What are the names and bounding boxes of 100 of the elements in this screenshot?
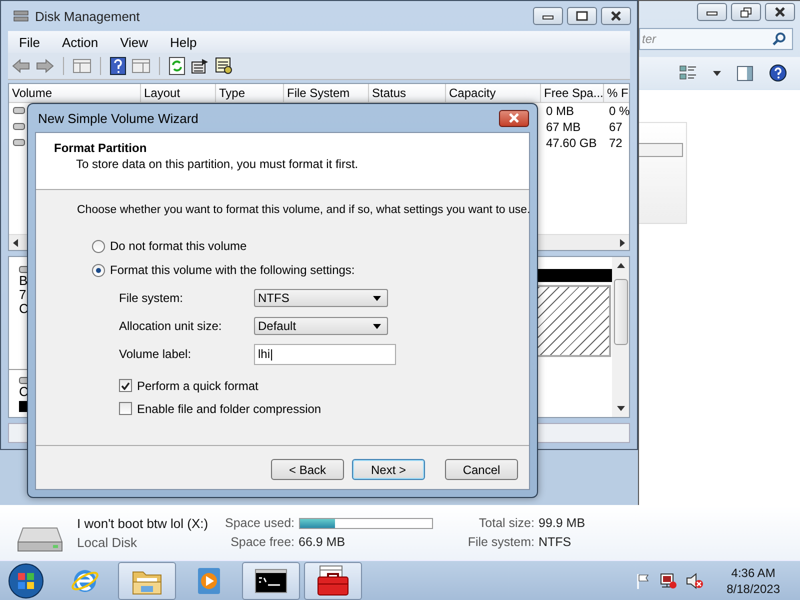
console-tree-icon[interactable] bbox=[73, 59, 91, 73]
disk-label: 7 bbox=[19, 288, 26, 302]
dropdown-arrow-icon[interactable] bbox=[373, 296, 381, 300]
window-title: Disk Management bbox=[35, 8, 140, 24]
scroll-up-icon[interactable] bbox=[616, 263, 624, 268]
radio-button[interactable] bbox=[92, 240, 105, 252]
close-icon bbox=[774, 7, 786, 17]
checkbox[interactable] bbox=[119, 379, 132, 392]
dialog-button[interactable]: Cancel bbox=[445, 459, 518, 480]
checkbox-option[interactable]: Enable file and folder compression bbox=[119, 397, 529, 420]
play-icon bbox=[196, 567, 222, 595]
close-icon bbox=[508, 113, 520, 123]
settings-icon[interactable] bbox=[215, 57, 233, 75]
view-options-icon[interactable] bbox=[679, 65, 697, 81]
scroll-right-icon[interactable] bbox=[620, 238, 625, 246]
restore-icon bbox=[740, 6, 752, 18]
volume-icon bbox=[13, 122, 25, 131]
close-button[interactable] bbox=[765, 3, 795, 21]
menu-item[interactable]: Help bbox=[170, 34, 197, 50]
capacity-bar bbox=[639, 143, 683, 157]
disk-label: B bbox=[19, 274, 28, 288]
column-header[interactable]: Layout bbox=[141, 84, 216, 102]
properties-icon[interactable] bbox=[191, 58, 209, 74]
column-header[interactable]: Status bbox=[369, 84, 446, 102]
minimize-button[interactable] bbox=[697, 3, 727, 21]
toolbox-icon bbox=[316, 565, 350, 597]
clock-date[interactable]: 8/18/2023 bbox=[726, 582, 780, 596]
drive-tile[interactable] bbox=[639, 122, 687, 224]
dropdown[interactable]: Default bbox=[254, 317, 388, 335]
dialog-button[interactable]: Next > bbox=[352, 459, 425, 480]
taskbar-button[interactable] bbox=[242, 562, 300, 600]
menu-item[interactable]: View bbox=[120, 34, 148, 50]
column-header[interactable]: Capacity bbox=[446, 84, 541, 102]
dropdown-arrow-icon[interactable] bbox=[373, 324, 381, 328]
back-arrow-icon[interactable] bbox=[12, 59, 30, 73]
vertical-scrollbar[interactable] bbox=[612, 257, 629, 417]
column-header[interactable]: Type bbox=[216, 84, 284, 102]
detail-label: File system: bbox=[466, 535, 534, 549]
help-icon[interactable] bbox=[769, 64, 787, 82]
table-cell: 72 bbox=[609, 136, 622, 150]
detail-value: 99.9 MB bbox=[538, 516, 586, 530]
page-heading: Format Partition bbox=[54, 141, 148, 155]
taskbar-button[interactable] bbox=[304, 562, 362, 600]
table-cell: 67 MB bbox=[546, 120, 581, 134]
clock-time[interactable]: 4:36 AM bbox=[731, 566, 776, 580]
radio-option[interactable]: Do not format this volume bbox=[92, 234, 529, 258]
volume-icon bbox=[13, 106, 25, 115]
forward-arrow-icon[interactable] bbox=[36, 59, 54, 73]
refresh-icon[interactable] bbox=[169, 57, 185, 75]
field-label: Volume label: bbox=[119, 347, 192, 361]
scrollbar-thumb[interactable] bbox=[614, 279, 628, 345]
instruction-text: Choose whether you want to format this volume, and if so, what settings you want to use. bbox=[77, 204, 530, 216]
column-header[interactable]: File System bbox=[284, 84, 369, 102]
table-cell: 47.60 GB bbox=[546, 136, 597, 150]
detail-label: Space used: bbox=[225, 516, 294, 530]
detail-value: NTFS bbox=[538, 535, 572, 549]
close-icon bbox=[610, 11, 622, 21]
dropdown-arrow-icon[interactable] bbox=[713, 70, 721, 76]
detail-value: 66.9 MB bbox=[298, 535, 346, 549]
terminal-icon bbox=[255, 569, 287, 593]
page-subheading: To store data on this partition, you must format it first. bbox=[75, 157, 360, 171]
table-cell: 0 MB bbox=[546, 104, 574, 118]
menu-item[interactable]: Action bbox=[62, 34, 98, 50]
dialog-button[interactable]: < Back bbox=[271, 459, 344, 480]
checkbox-option[interactable]: Perform a quick format bbox=[119, 374, 529, 397]
action-pane-icon[interactable] bbox=[132, 59, 150, 73]
field-label: Allocation unit size: bbox=[119, 319, 223, 333]
radio-button[interactable] bbox=[92, 264, 105, 276]
help-icon[interactable] bbox=[110, 57, 126, 75]
scroll-left-icon[interactable] bbox=[13, 238, 18, 246]
field-label: File system: bbox=[119, 291, 184, 305]
maximize-button[interactable] bbox=[567, 7, 597, 25]
detail-label: Space free: bbox=[230, 535, 294, 549]
speaker-muted-icon[interactable] bbox=[686, 573, 704, 589]
search-icon bbox=[772, 32, 786, 46]
scroll-down-icon[interactable] bbox=[616, 406, 624, 411]
network-icon[interactable] bbox=[658, 573, 677, 589]
checkbox[interactable] bbox=[119, 402, 132, 415]
menu-item[interactable]: File bbox=[19, 34, 40, 50]
volume-icon bbox=[13, 138, 25, 147]
column-header[interactable]: Free Spa... bbox=[541, 84, 604, 102]
column-header[interactable]: % F bbox=[604, 84, 629, 102]
table-cell: 67 bbox=[609, 120, 622, 134]
flag-icon[interactable] bbox=[636, 573, 650, 589]
disk-management-icon bbox=[13, 9, 29, 23]
radio-option[interactable]: Format this volume with the following settings: bbox=[92, 258, 529, 282]
drive-type: Local Disk bbox=[77, 534, 138, 550]
restore-button[interactable] bbox=[731, 3, 761, 21]
input-field[interactable]: lhi| bbox=[254, 344, 396, 364]
column-header[interactable]: Volume bbox=[9, 84, 141, 102]
preview-pane-icon[interactable] bbox=[737, 66, 753, 80]
dropdown[interactable]: NTFS bbox=[254, 289, 388, 307]
minimize-button[interactable] bbox=[533, 7, 563, 25]
maximize-icon bbox=[576, 11, 588, 21]
close-button[interactable] bbox=[499, 110, 529, 126]
detail-label: Total size: bbox=[478, 516, 534, 530]
table-cell: 0 % bbox=[609, 104, 630, 118]
dialog-title: New Simple Volume Wizard bbox=[38, 110, 198, 126]
disk-label: C bbox=[19, 385, 28, 399]
close-button[interactable] bbox=[601, 7, 631, 25]
